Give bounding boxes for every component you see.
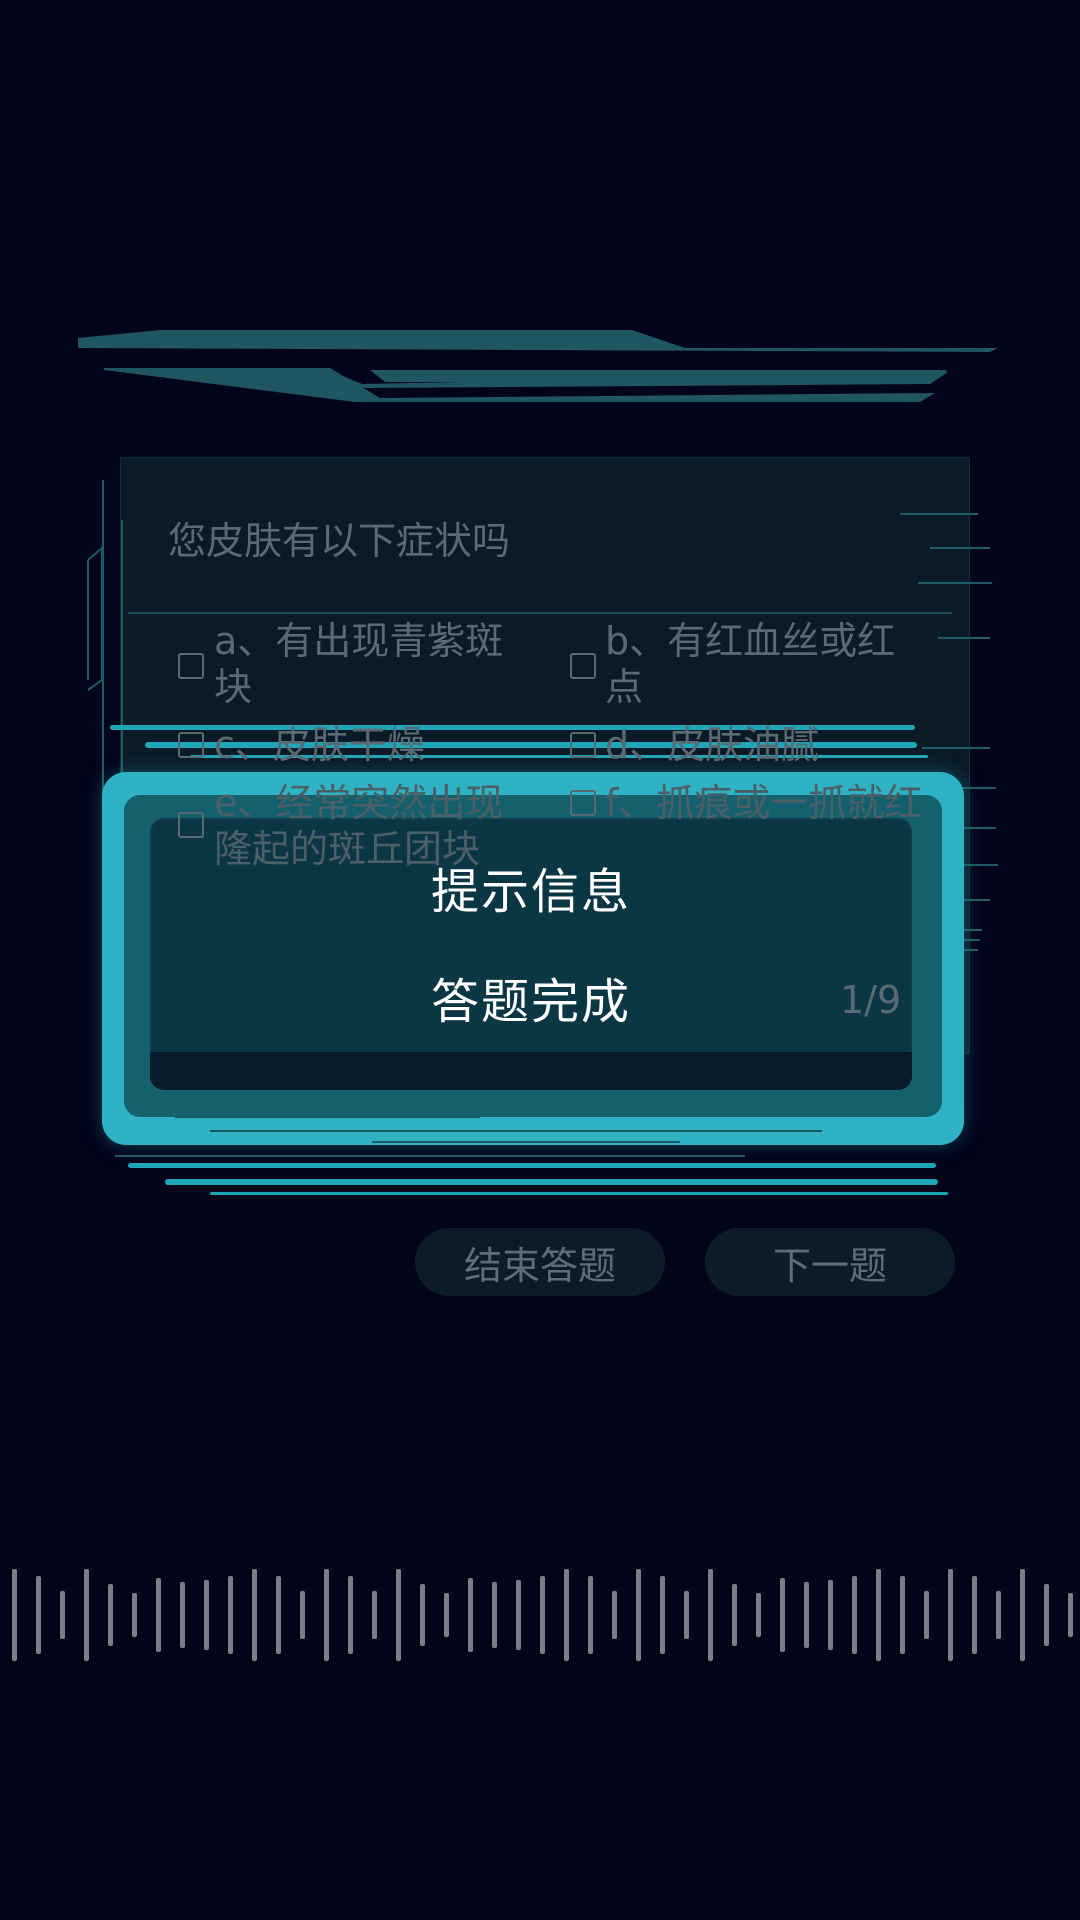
waveform-bar	[708, 1569, 713, 1661]
waveform-bar	[372, 1591, 377, 1639]
waveform-bar	[588, 1576, 593, 1654]
waveform-bar	[324, 1569, 329, 1661]
waveform-bar	[996, 1591, 1001, 1639]
option-b-label: b、有红血丝或红	[605, 619, 896, 663]
waveform-bar	[300, 1591, 305, 1639]
option-b-label-cont: 点	[605, 665, 644, 709]
end-quiz-button[interactable]: 结束答题	[415, 1228, 665, 1296]
checkbox-d[interactable]	[570, 732, 596, 758]
top-decoration	[78, 330, 998, 402]
waveform-bar	[180, 1582, 185, 1648]
waveform-bar	[108, 1584, 113, 1646]
waveform-bar	[1044, 1584, 1049, 1646]
option-a-label: a、有出现青紫斑	[214, 619, 504, 663]
option-a-label-cont: 块	[214, 665, 253, 709]
waveform-bar	[84, 1569, 89, 1661]
waveform-bar	[924, 1591, 929, 1639]
waveform-bar	[828, 1580, 833, 1650]
waveform-bar	[780, 1578, 785, 1652]
waveform-bar	[660, 1576, 665, 1654]
waveform-bar	[396, 1569, 401, 1661]
modal-bottom-band	[150, 1052, 912, 1090]
waveform-bar	[12, 1569, 17, 1661]
checkbox-a[interactable]	[178, 653, 204, 679]
waveform-bar	[972, 1576, 977, 1654]
next-question-button[interactable]: 下一题	[705, 1228, 955, 1296]
waveform-bar	[444, 1593, 449, 1637]
waveform-bar	[612, 1591, 617, 1639]
waveform-bar	[468, 1578, 473, 1652]
waveform-bar	[132, 1593, 137, 1637]
page-counter: 1/9	[840, 978, 902, 1022]
bottom-decoration	[115, 1116, 948, 1195]
waveform-bar	[540, 1576, 545, 1654]
option-e-label: e、经常突然出现	[214, 781, 504, 825]
waveform-bar	[636, 1569, 641, 1661]
option-d-label: d、皮肤油腻	[605, 723, 820, 767]
waveform-bar	[276, 1576, 281, 1654]
waveform-bar	[1020, 1569, 1025, 1661]
waveform-decoration	[12, 1569, 1073, 1661]
waveform-bar	[804, 1582, 809, 1648]
waveform-bar	[156, 1578, 161, 1652]
option-c-label: c、皮肤干燥	[214, 723, 425, 767]
waveform-bar	[204, 1580, 209, 1650]
waveform-bar	[36, 1576, 41, 1654]
question-text: 您皮肤有以下症状吗	[168, 519, 511, 563]
waveform-bar	[756, 1593, 761, 1637]
waveform-bar	[516, 1580, 521, 1650]
waveform-bar	[228, 1576, 233, 1654]
waveform-bar	[492, 1582, 497, 1648]
waveform-bar	[900, 1576, 905, 1654]
modal-message: 答题完成	[430, 974, 631, 1030]
checkbox-f[interactable]	[570, 790, 596, 816]
waveform-bar	[876, 1569, 881, 1661]
option-f-label: f、抓痕或一抓就红	[605, 781, 923, 825]
waveform-bar	[1068, 1593, 1073, 1637]
waveform-bar	[948, 1569, 953, 1661]
checkbox-b[interactable]	[570, 653, 596, 679]
waveform-bar	[732, 1584, 737, 1646]
waveform-bar	[852, 1576, 857, 1654]
waveform-bar	[564, 1569, 569, 1661]
checkbox-e[interactable]	[178, 812, 204, 838]
modal-title: 提示信息	[430, 864, 631, 920]
waveform-bar	[60, 1591, 65, 1639]
waveform-bar	[684, 1591, 689, 1639]
waveform-bar	[252, 1569, 257, 1661]
waveform-bar	[420, 1584, 425, 1646]
waveform-bar	[348, 1576, 353, 1654]
checkbox-c[interactable]	[178, 732, 204, 758]
question-divider	[128, 612, 952, 614]
